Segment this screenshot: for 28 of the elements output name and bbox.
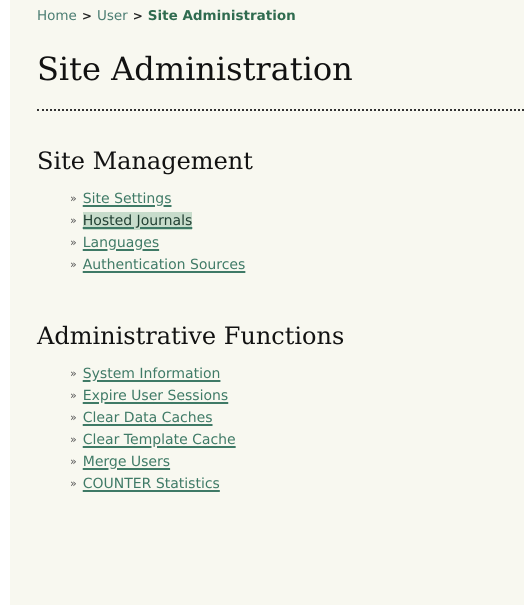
bullet-mark: » [70,256,77,273]
nav-link[interactable]: Languages [82,234,160,252]
bullet-mark: » [70,410,77,426]
bullet-mark: » [70,454,77,470]
bullet-mark: » [70,476,77,492]
bullet-mark: » [70,234,77,251]
bullet-mark: » [70,366,77,382]
nav-link[interactable]: Site Settings [82,190,172,208]
bullet-mark: » [70,190,77,207]
breadcrumb-link[interactable]: Home [37,6,77,26]
nav-link[interactable]: COUNTER Statistics [82,475,220,493]
page-title: Site Administration [37,49,354,89]
bullet-mark: » [70,432,77,448]
nav-link[interactable]: Hosted Journals [82,212,192,230]
breadcrumb-link[interactable]: User [96,6,128,26]
nav-link[interactable]: Clear Template Cache [82,431,236,449]
nav-link[interactable]: Merge Users [82,453,170,471]
breadcrumb-separator: > [82,8,92,25]
nav-link[interactable]: Clear Data Caches [82,409,213,427]
nav-link[interactable]: System Information [82,365,220,383]
bullet-mark: » [70,212,77,229]
breadcrumb-current: Site Administration [148,6,296,26]
nav-link[interactable]: Authentication Sources [82,256,246,274]
section-heading: Site Management [37,146,254,177]
nav-link[interactable]: Expire User Sessions [82,387,228,405]
section-heading: Administrative Functions [37,321,346,352]
breadcrumb-separator: > [132,8,143,25]
bullet-mark: » [70,388,77,404]
